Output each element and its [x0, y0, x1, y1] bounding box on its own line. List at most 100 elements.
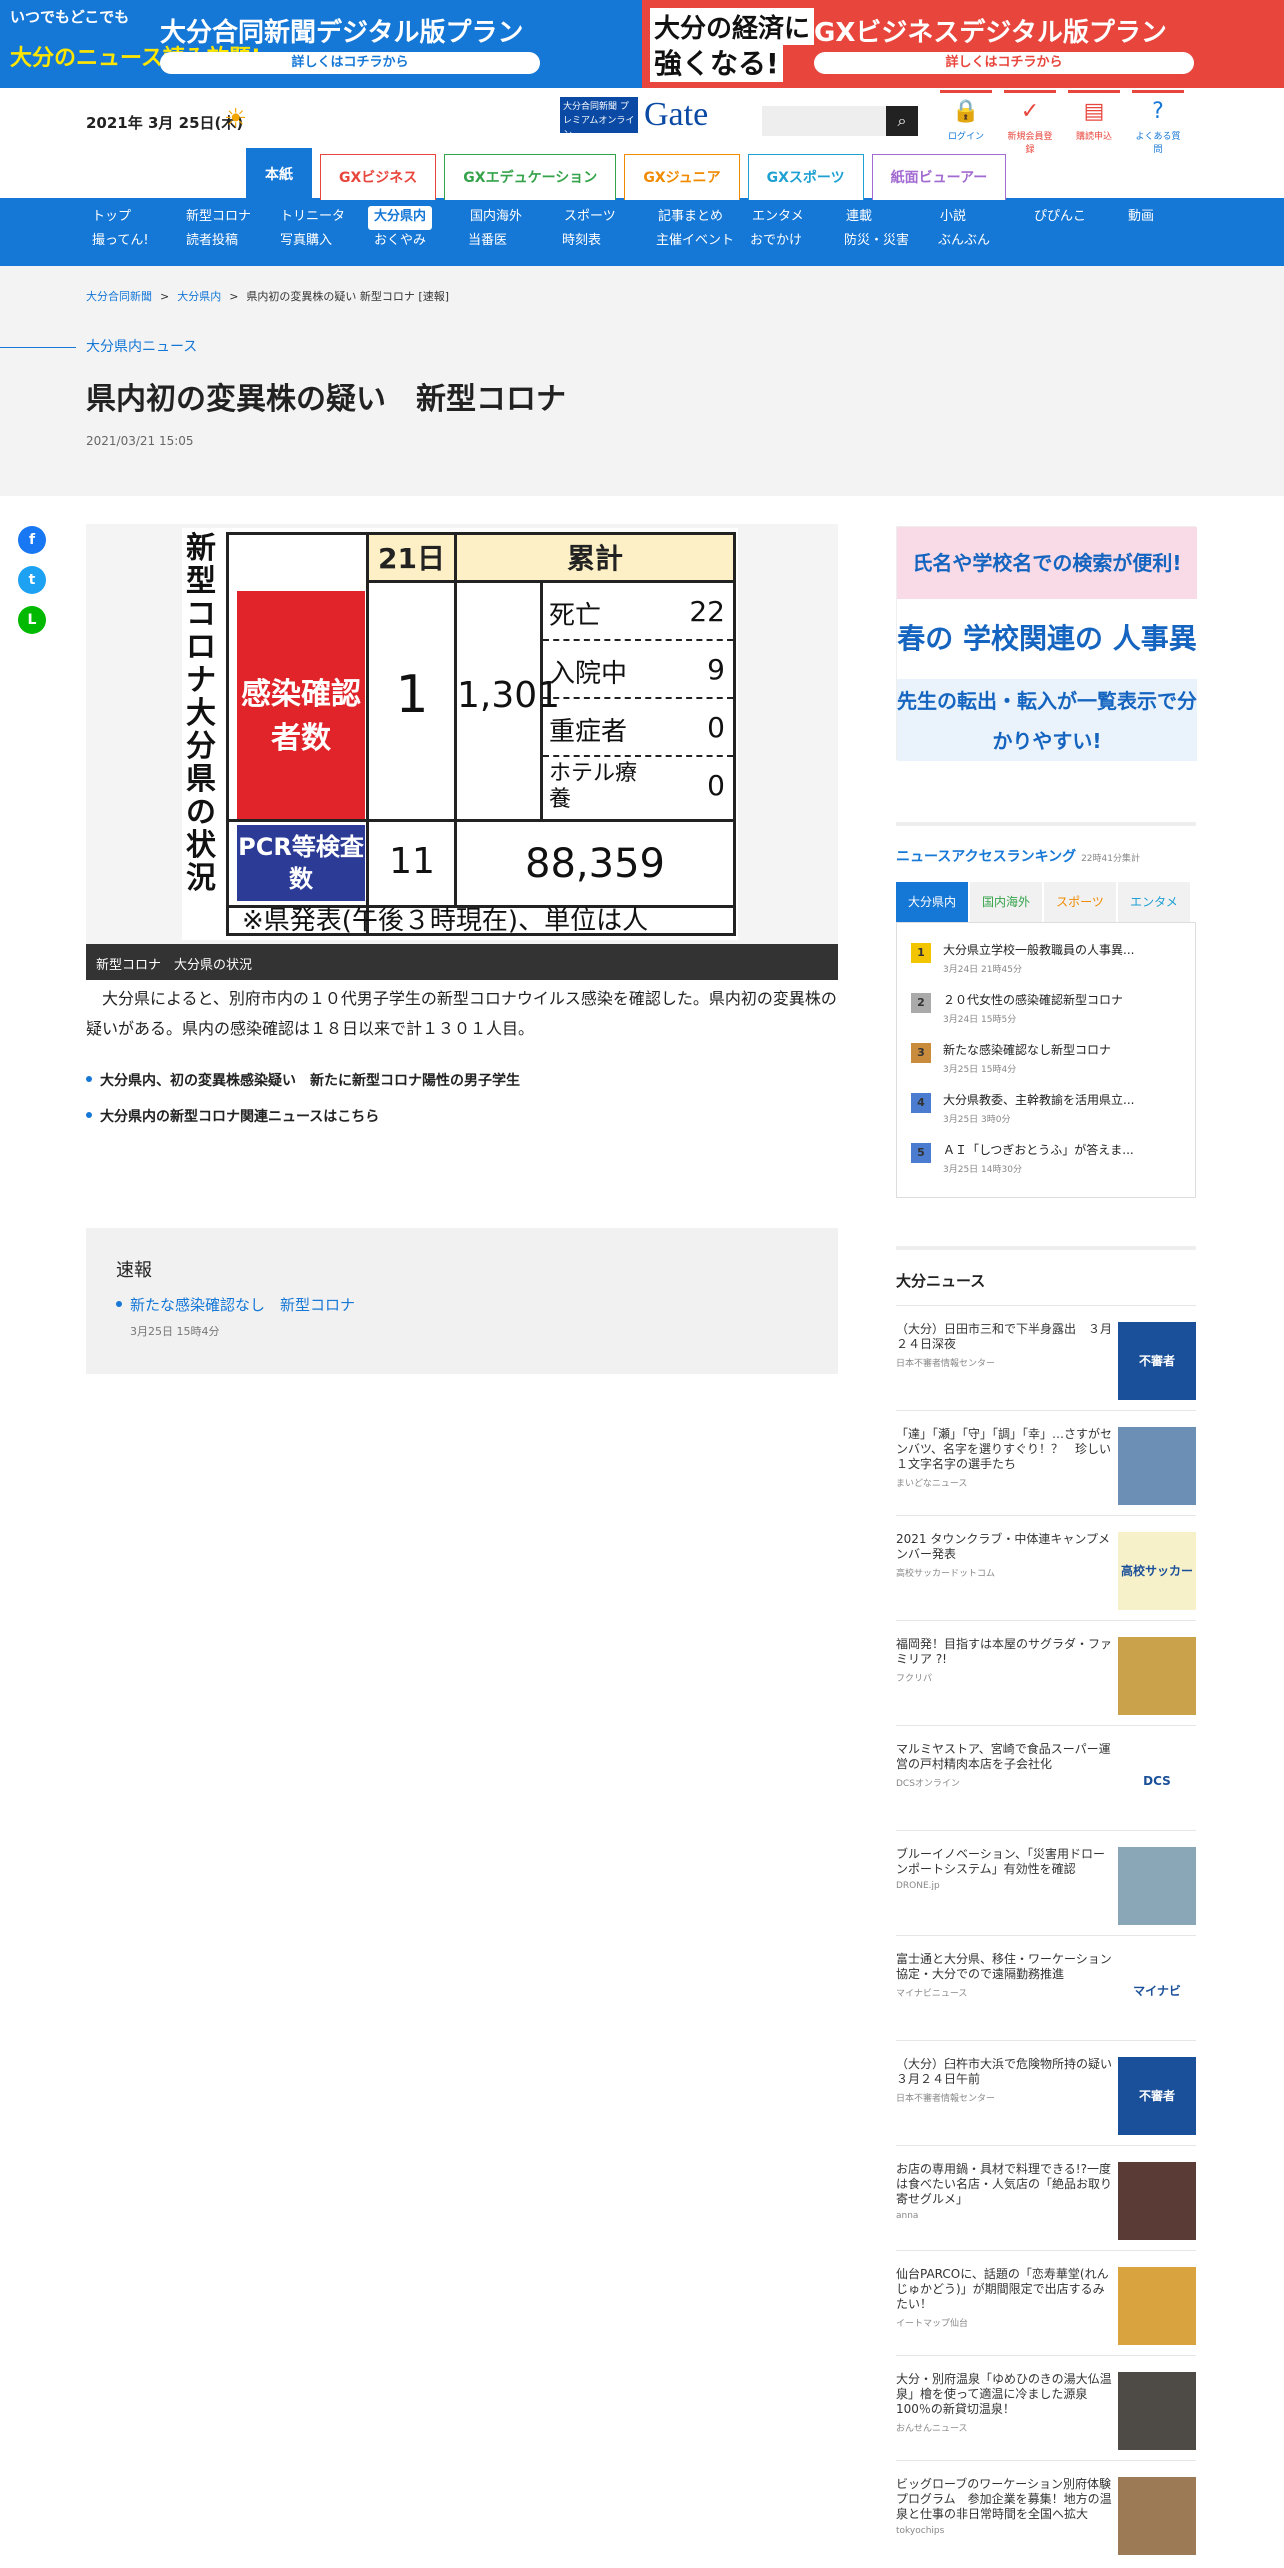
nav-item[interactable]: 新型コロナ	[180, 206, 274, 230]
sun-icon: ☀	[224, 104, 248, 134]
login-button[interactable]: 🔒 ログイン	[940, 90, 992, 155]
nav-item[interactable]: ぶんぶん	[932, 230, 1026, 254]
news-source: anna	[896, 2211, 919, 2221]
subscribe-button[interactable]: ▤ 購読申込	[1068, 90, 1120, 155]
tab-gx-junior[interactable]: GXジュニア	[624, 154, 740, 200]
nav-item[interactable]: 国内海外	[464, 206, 558, 230]
nav-item[interactable]: エンタメ	[746, 206, 840, 230]
figure-note: ※県発表(午後３時現在)、単位は人	[242, 906, 649, 936]
nav-item[interactable]: 小説	[934, 206, 1028, 230]
breadcrumb-link[interactable]: 大分合同新聞	[86, 290, 152, 303]
nav-item[interactable]: 当番医	[462, 230, 556, 254]
nav-item[interactable]: 記事まとめ	[652, 206, 746, 230]
news-item[interactable]: マルミヤストア、宮崎で食品スーパー運営の戸村精肉本店を子会社化 DCSオンライン D…	[896, 1725, 1196, 1830]
facebook-icon[interactable]: f	[18, 526, 46, 554]
news-item[interactable]: （大分）日田市三和で下半身露出 ３月２４日深夜 日本不審者情報センター 不審者	[896, 1305, 1196, 1410]
news-item[interactable]: 福岡発！目指すは本屋のサグラダ・ファミリア ?! フクリパ	[896, 1620, 1196, 1725]
figure-caption: 新型コロナ 大分県の状況	[86, 944, 838, 980]
banner-details-button[interactable]: 詳しくはコチラから	[160, 52, 540, 74]
nav-item[interactable]: スポーツ	[558, 206, 652, 230]
sokuho-date: 3月25日 15時4分	[130, 1325, 220, 1338]
nav-item[interactable]: 動画	[1122, 206, 1216, 230]
nav-item[interactable]: 主催イベント	[650, 230, 744, 254]
related-link[interactable]: 大分県内の新型コロナ関連ニュースはこちら	[86, 1106, 838, 1126]
ranking-tab[interactable]: スポーツ	[1044, 882, 1116, 922]
news-text: 福岡発！目指すは本屋のサグラダ・ファミリア ?! フクリパ	[896, 1637, 1114, 1725]
breakdown-value: 0	[707, 711, 725, 744]
ranking-tab[interactable]: 大分県内	[896, 882, 968, 922]
tab-honshi[interactable]: 本紙	[246, 148, 312, 200]
twitter-icon[interactable]: t	[18, 566, 46, 594]
register-button[interactable]: ✓ 新規会員登録	[1004, 90, 1056, 155]
faq-button[interactable]: ? よくある質問	[1132, 90, 1184, 155]
breadcrumb-link[interactable]: 大分県内	[177, 290, 221, 303]
breakdown-value: 9	[707, 653, 725, 686]
news-item[interactable]: ブルーイノベーション、「災害用ドローンポートシステム」有効性を確認 DRONE.j…	[896, 1830, 1196, 1935]
ranking-tab[interactable]: 国内海外	[970, 882, 1042, 922]
news-source: イートマップ仙台	[896, 2319, 969, 2329]
digital-plan-banner[interactable]: いつでもどこでも 大分のニュース読み放題! 大分合同新聞デジタル版プラン 詳しく…	[0, 0, 642, 88]
nav-item-selected[interactable]: 大分県内	[368, 206, 433, 230]
news-source: tokyochips	[896, 2526, 945, 2536]
ranking-tab[interactable]: エンタメ	[1118, 882, 1190, 922]
news-text: 「達」「瀬」「守」「調」「幸」…さすがセンバツ、名字を選りすぐり！？ 珍しい１文…	[896, 1427, 1114, 1515]
nav-item[interactable]: ぴぴんこ	[1028, 206, 1122, 230]
news-item[interactable]: 「達」「瀬」「守」「調」「幸」…さすがセンバツ、名字を選りすぐり！？ 珍しい１文…	[896, 1410, 1196, 1515]
line-icon[interactable]: L	[18, 606, 46, 634]
news-thumbnail: 不審者	[1118, 1322, 1196, 1400]
news-item[interactable]: 大分・別府温泉「ゆめひのきの湯大仏温泉」檜を使って適温に冷ました源泉100％の新…	[896, 2355, 1196, 2460]
personnel-ad[interactable]: 氏名や学校名での検索が便利! 春の 学校関連の 人事異動情報 先生の転出・転入が…	[896, 526, 1197, 761]
rank-number: 1	[911, 943, 931, 963]
ranking-item[interactable]: 5 ＡＩ「しつぎおとうふ」が答えま... 3月25日 14時30分	[909, 1141, 1183, 1191]
news-source: 高校サッカードットコム	[896, 1569, 996, 1579]
news-item[interactable]: お店の専用鍋・具材で料理できる!?一度は食べたい名店・人気店の「絶品お取り寄せグ…	[896, 2145, 1196, 2250]
news-source: まいどなニュース	[896, 1479, 968, 1489]
tab-gx-sports[interactable]: GXスポーツ	[747, 154, 864, 200]
nav-item[interactable]: 防災・災害	[838, 230, 932, 254]
news-item[interactable]: 富士通と大分県、移住・ワーケーション協定・大分でので遠隔勤務推進 マイナビニュース…	[896, 1935, 1196, 2040]
news-thumbnail	[1118, 1637, 1196, 1715]
tab-gx-business[interactable]: GXビジネス	[320, 154, 437, 200]
nav-item[interactable]: 写真購入	[274, 230, 368, 254]
tab-gx-education[interactable]: GXエデュケーション	[444, 154, 617, 200]
news-item[interactable]: 仙台PARCOに、話題の「恋寿華堂(れんじゅかどう)」が期間限定で出店するみたい…	[896, 2250, 1196, 2355]
lock-icon: 🔒	[952, 99, 980, 124]
tab-viewer[interactable]: 紙面ビューアー	[871, 154, 1007, 200]
nav-item[interactable]: 時刻表	[556, 230, 650, 254]
ranking-item[interactable]: 3 新たな感染確認なし新型コロナ 3月25日 15時4分	[909, 1041, 1183, 1091]
news-text: 2021 タウンクラブ・中体連キャンプメンバー発表 高校サッカードットコム	[896, 1532, 1114, 1620]
search-input[interactable]	[762, 106, 890, 136]
col-day-header: 21日	[369, 535, 457, 583]
banner-small-text: いつでもどこでも	[10, 8, 130, 26]
search-icon[interactable]: ⌕	[886, 106, 918, 136]
rank-title: ＡＩ「しつぎおとうふ」が答えま...	[943, 1143, 1134, 1157]
nav-item[interactable]: 連載	[840, 206, 934, 230]
ad-line: 春の 学校関連の 人事異動情報	[897, 599, 1197, 735]
nav-item[interactable]: 撮ってん!	[86, 230, 180, 254]
news-item[interactable]: （大分）臼杵市大浜で危険物所持の疑い ３月２４日午前 日本不審者情報センター 不審者	[896, 2040, 1196, 2145]
sokuho-box: 速報 新たな感染確認なし 新型コロナ 3月25日 15時4分	[86, 1228, 838, 1374]
nav-item[interactable]: 読者投稿	[180, 230, 274, 254]
related-link[interactable]: 大分県内、初の変異株感染疑い 新たに新型コロナ陽性の男子学生	[86, 1070, 838, 1090]
site-logo[interactable]: 大分合同新聞 プレミアムオンライン Gate	[560, 96, 708, 140]
news-title: （大分）日田市三和で下半身露出 ３月２４日深夜	[896, 1322, 1113, 1351]
news-item[interactable]: ビッグローブのワーケーション別府体験プログラム 参加企業を募集！地方の温泉と仕事…	[896, 2460, 1196, 2565]
breakdown-label: ホテル療養	[549, 761, 638, 812]
sokuho-link[interactable]: 新たな感染確認なし 新型コロナ	[116, 1294, 808, 1315]
nav-item[interactable]: トップ	[86, 206, 180, 230]
nav-item[interactable]: おでかけ	[744, 230, 838, 254]
news-source: 日本不審者情報センター	[896, 2094, 996, 2104]
gx-business-banner[interactable]: 大分の経済に 強くなる! GXビジネスデジタル版プラン 詳しくはコチラから	[642, 0, 1284, 88]
news-item[interactable]: 2021 タウンクラブ・中体連キャンプメンバー発表 高校サッカードットコム 高校サッ…	[896, 1515, 1196, 1620]
ranking-item[interactable]: 2 ２０代女性の感染確認新型コロナ 3月24日 15時5分	[909, 991, 1183, 1041]
breakdown-label: 入院中	[549, 659, 628, 689]
ranking-item[interactable]: 4 大分県教委、主幹教諭を活用県立... 3月25日 3時0分	[909, 1091, 1183, 1141]
news-thumbnail	[1118, 1427, 1196, 1505]
sidebar: 氏名や学校名での検索が便利! 春の 学校関連の 人事異動情報 先生の転出・転入が…	[896, 526, 1197, 2565]
banner-details-button[interactable]: 詳しくはコチラから	[814, 52, 1194, 74]
news-title: 大分・別府温泉「ゆめひのきの湯大仏温泉」檜を使って適温に冷ました源泉100％の新…	[896, 2372, 1112, 2416]
rank-date: 3月25日 3時0分	[943, 1115, 1011, 1125]
nav-item[interactable]: トリニータ	[274, 206, 368, 230]
ranking-item[interactable]: 1 大分県立学校一般教職員の人事異... 3月24日 21時45分	[909, 941, 1183, 991]
nav-item[interactable]: おくやみ	[368, 230, 462, 254]
